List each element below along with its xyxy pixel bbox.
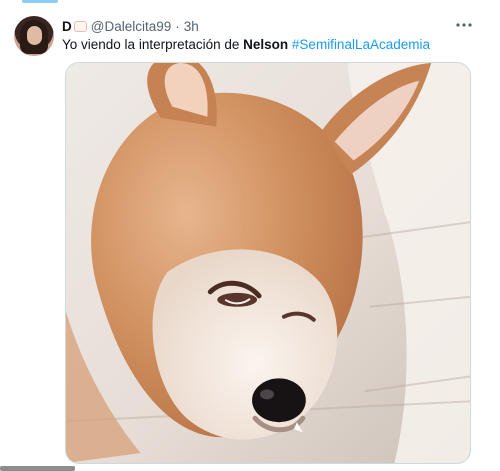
separator-dot: · bbox=[175, 18, 180, 34]
dog-meme-image[interactable] bbox=[65, 62, 471, 464]
display-name[interactable]: D bbox=[62, 19, 72, 34]
user-handle[interactable]: @Dalelcita99 bbox=[91, 19, 172, 34]
tweet-text-prefix: Yo viendo la interpretación de bbox=[62, 37, 244, 52]
hashtag-link[interactable]: #SemifinalLaAcademia bbox=[292, 37, 430, 52]
more-options-button[interactable] bbox=[452, 14, 476, 36]
more-horizontal-icon bbox=[456, 23, 472, 27]
tweet-card[interactable]: D @Dalelcita99 · 3h Yo viendo la interpr… bbox=[0, 0, 500, 471]
name-emoji-icon bbox=[73, 20, 87, 32]
tweet-time[interactable]: 3h bbox=[184, 19, 199, 34]
user-avatar[interactable] bbox=[14, 16, 54, 56]
tweet-text: Yo viendo la interpretación de Nelson #S… bbox=[62, 36, 476, 54]
avatar-face bbox=[27, 26, 42, 45]
bottom-status-strip bbox=[0, 466, 75, 471]
tweet-header: D @Dalelcita99 · 3h bbox=[62, 17, 476, 35]
tweet-text-bold: Nelson bbox=[243, 37, 289, 52]
tweet-screenshot: D @Dalelcita99 · 3h Yo viendo la interpr… bbox=[0, 0, 500, 471]
dog-meme-illustration bbox=[66, 63, 470, 463]
